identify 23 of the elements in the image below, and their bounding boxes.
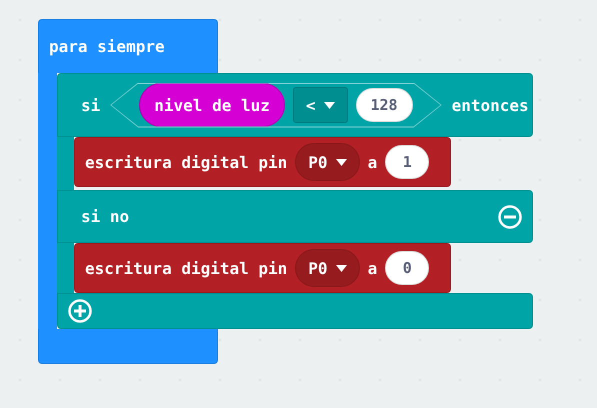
block-label: escritura digital pin <box>85 152 288 172</box>
value-field[interactable]: 1 <box>385 145 430 179</box>
block-label: a <box>368 258 378 278</box>
add-icon[interactable] <box>68 299 92 323</box>
forever-block-header[interactable]: para siempre <box>38 19 218 73</box>
pin-dropdown[interactable]: P0 <box>295 143 360 181</box>
caret-icon <box>324 102 334 108</box>
operator-dropdown[interactable]: < <box>292 87 348 123</box>
block-label: entonces <box>452 96 529 114</box>
caret-icon <box>336 158 347 166</box>
digital-write-block[interactable]: escritura digital pin P0 a 1 <box>74 137 451 187</box>
block-label: si <box>81 96 100 114</box>
block-label: si no <box>81 207 130 226</box>
remove-icon[interactable] <box>498 204 522 228</box>
pin-dropdown[interactable]: P0 <box>295 249 360 287</box>
value-field[interactable]: 128 <box>356 88 413 122</box>
block-label: a <box>368 152 378 172</box>
caret-icon <box>336 264 347 272</box>
block-label: escritura digital pin <box>85 258 288 278</box>
light-level-reporter[interactable]: nivel de luz <box>139 83 285 127</box>
digital-write-block[interactable]: escritura digital pin P0 a 0 <box>74 243 451 293</box>
if-block-header[interactable]: si nivel de luz < 128 entonces <box>57 73 533 137</box>
value-field[interactable]: 0 <box>385 251 430 285</box>
